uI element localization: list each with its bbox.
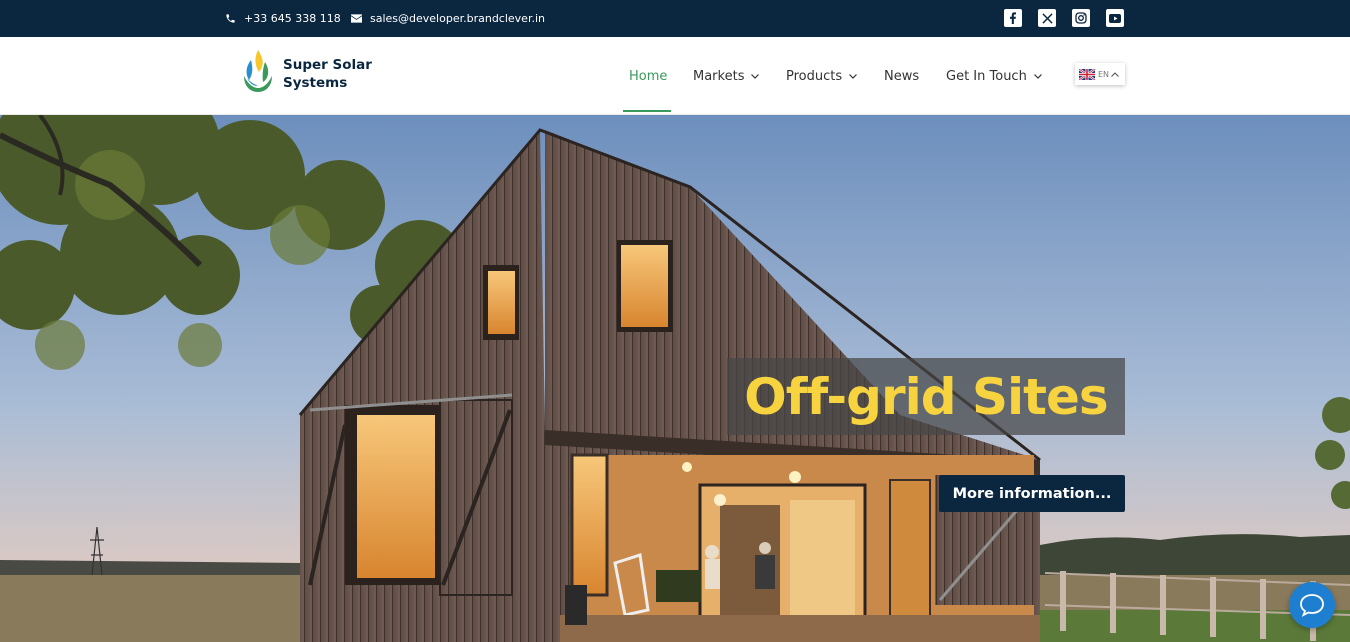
facebook-icon[interactable] bbox=[1004, 9, 1022, 27]
language-code: EN bbox=[1098, 69, 1110, 79]
chevron-down-icon bbox=[751, 73, 760, 79]
email-contact[interactable]: sales@developer.brandclever.in bbox=[351, 0, 545, 37]
brand-logo-icon[interactable] bbox=[241, 48, 275, 94]
brand-line-2: Systems bbox=[283, 75, 348, 91]
language-switcher[interactable]: EN bbox=[1075, 63, 1125, 85]
instagram-icon[interactable] bbox=[1072, 9, 1090, 27]
phone-contact[interactable]: +33 645 338 118 bbox=[225, 0, 341, 37]
nav-get-in-touch[interactable]: Get In Touch bbox=[946, 37, 1042, 115]
chevron-down-icon bbox=[849, 73, 858, 79]
hero-headline: Off-grid Sites bbox=[744, 367, 1108, 426]
hero-headline-box: Off-grid Sites bbox=[727, 358, 1125, 435]
social-links bbox=[1004, 9, 1140, 27]
brand-name[interactable]: Super Solar Systems bbox=[283, 56, 372, 92]
top-bar: +33 645 338 118 sales@developer.brandcle… bbox=[0, 0, 1350, 37]
nav-news-label: News bbox=[884, 68, 920, 84]
phone-number: +33 645 338 118 bbox=[244, 12, 341, 25]
brand-line-1: Super Solar bbox=[283, 57, 372, 73]
email-address: sales@developer.brandclever.in bbox=[370, 12, 545, 25]
nav-home[interactable]: Home bbox=[629, 37, 667, 115]
envelope-icon bbox=[351, 14, 362, 23]
active-nav-indicator bbox=[623, 110, 671, 112]
chat-widget-button[interactable] bbox=[1289, 582, 1335, 628]
chevron-up-icon bbox=[1111, 71, 1119, 77]
nav-markets-label: Markets bbox=[693, 68, 745, 84]
site-header: Super Solar Systems Home Markets Product… bbox=[0, 37, 1350, 115]
chat-bubble-icon bbox=[1300, 594, 1324, 617]
nav-get-in-touch-label: Get In Touch bbox=[946, 68, 1027, 84]
nav-news[interactable]: News bbox=[884, 37, 919, 115]
phone-icon bbox=[226, 14, 235, 23]
hero-slider: Off-grid Sites More information... bbox=[0, 115, 1350, 642]
more-information-button[interactable]: More information... bbox=[939, 475, 1125, 512]
nav-products[interactable]: Products bbox=[786, 37, 858, 115]
hero-background-image bbox=[0, 115, 1350, 642]
uk-flag-icon bbox=[1079, 68, 1095, 80]
chevron-down-icon bbox=[1033, 73, 1042, 79]
x-twitter-icon[interactable] bbox=[1038, 9, 1056, 27]
nav-home-label: Home bbox=[629, 68, 668, 84]
nav-products-label: Products bbox=[786, 68, 843, 84]
nav-markets[interactable]: Markets bbox=[693, 37, 760, 115]
youtube-icon[interactable] bbox=[1106, 9, 1124, 27]
